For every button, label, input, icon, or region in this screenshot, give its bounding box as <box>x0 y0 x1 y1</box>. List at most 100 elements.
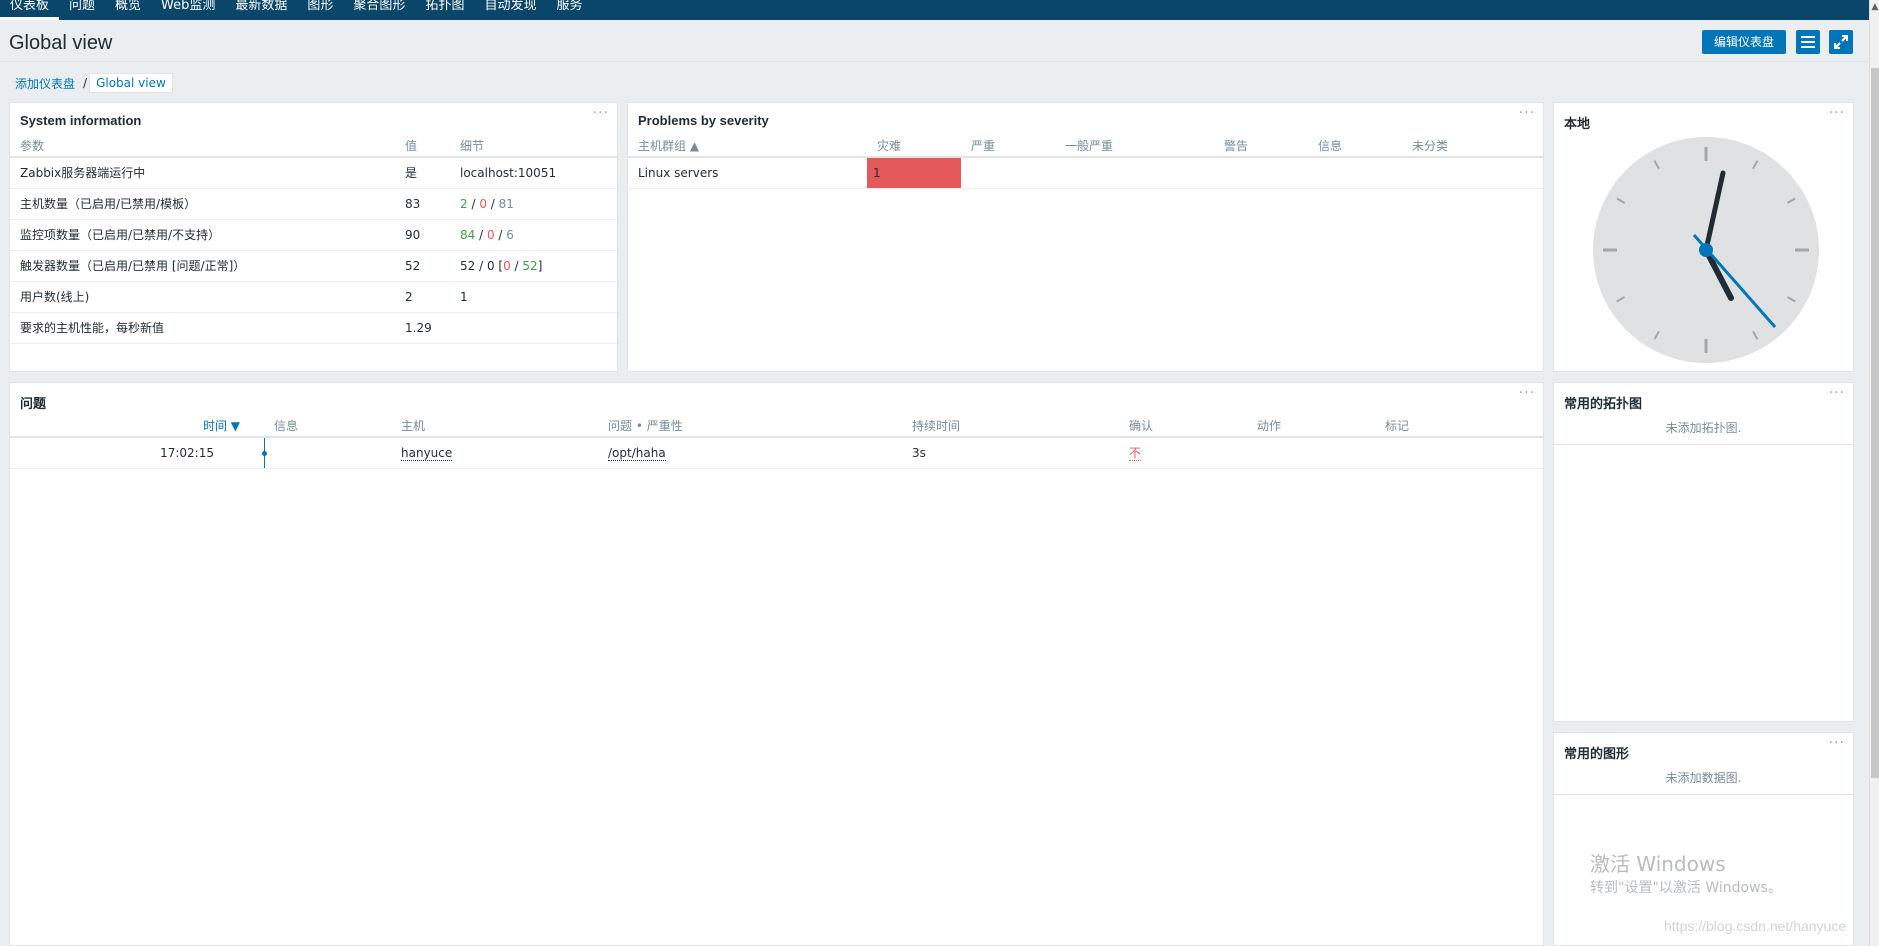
nav-maps[interactable]: 拓扑图 <box>415 0 474 20</box>
column-header: 参数 <box>10 135 395 158</box>
detail-cell: 2 / 0 / 81 <box>450 188 617 220</box>
breadcrumb-current[interactable]: Global view <box>89 73 173 93</box>
detail-cell: 1 <box>450 281 617 313</box>
ack-cell: 不 <box>1119 437 1247 469</box>
widget-title: Problems by severity <box>638 113 769 128</box>
column-header-disaster: 灾难 <box>867 135 961 158</box>
information-count-cell <box>1308 157 1402 189</box>
widget-menu-icon[interactable]: ··· <box>1519 105 1535 121</box>
favorite-maps-widget: 常用的拓扑图 ··· 未添加拓扑图. <box>1553 382 1854 722</box>
favorite-graphs-widget: 常用的图形 ··· 未添加数据图. <box>1553 732 1854 946</box>
time-link[interactable]: 17:02:15 <box>10 437 240 469</box>
problems-by-severity-widget: Problems by severity ··· 主机群组 ▲ 灾难 严重 一般… <box>627 102 1544 372</box>
param-cell: 要求的主机性能，每秒新值 <box>10 312 395 344</box>
page-title: Global view <box>9 32 113 54</box>
average-count-cell <box>1055 157 1214 189</box>
column-header-average: 一般严重 <box>1055 135 1214 158</box>
page-scrollbar[interactable]: ▲ <box>1869 0 1879 946</box>
top-navigation: 仪表板 问题 概览 Web监测 最新数据 图形 聚合图形 拓扑图 自动发现 服务 <box>0 0 1869 20</box>
timeline <box>240 437 267 469</box>
host-group-link[interactable]: Linux servers <box>628 157 867 189</box>
value-cell: 90 <box>395 219 450 251</box>
nav-graphs[interactable]: 图形 <box>297 0 343 20</box>
nav-latest-data[interactable]: 最新数据 <box>225 0 297 20</box>
param-cell: Zabbix服务器端运行中 <box>10 157 395 189</box>
ok-count: 52 <box>522 258 538 273</box>
warning-count-cell <box>1214 157 1308 189</box>
detail-cell: 84 / 0 / 6 <box>450 219 617 251</box>
high-count-cell <box>961 157 1055 189</box>
value-cell: 是 <box>395 157 450 189</box>
duration-cell: 3s <box>902 437 1119 469</box>
fullscreen-icon[interactable] <box>1829 30 1853 54</box>
analog-clock <box>1593 137 1819 363</box>
column-header-not-classified: 未分类 <box>1402 135 1543 158</box>
column-header-host[interactable]: 主机 <box>391 415 598 438</box>
column-header-duration: 持续时间 <box>902 415 1119 438</box>
timeline-header <box>240 415 264 438</box>
problem-cell: /opt/haha <box>598 437 902 469</box>
param-cell: 触发器数量（已启用/已禁用 [问题/正常]） <box>10 250 395 282</box>
value-cell: 83 <box>395 188 450 220</box>
enabled-count: 84 <box>460 227 476 242</box>
table-row: 要求的主机性能，每秒新值 1.29 <box>10 312 617 344</box>
unsupported-count: 6 <box>506 227 514 242</box>
column-header: 细节 <box>450 135 617 158</box>
hamburger-menu-icon[interactable] <box>1796 30 1820 54</box>
problem-count: 0 <box>503 258 511 273</box>
table-row: 主机数量（已启用/已禁用/模板） 83 2 / 0 / 81 <box>10 188 617 220</box>
widget-title: 常用的图形 <box>1564 746 1630 761</box>
param-cell: 监控项数量（已启用/已禁用/不支持） <box>10 219 395 251</box>
nav-problems[interactable]: 问题 <box>59 0 105 20</box>
scrollbar-thumb[interactable] <box>1871 68 1879 778</box>
column-header-host-group[interactable]: 主机群组 ▲ <box>628 135 867 158</box>
table-row: 监控项数量（已启用/已禁用/不支持） 90 84 / 0 / 6 <box>10 219 617 251</box>
table-row: Linux servers 1 <box>628 157 1543 189</box>
detail-cell: 52 / 0 [0 / 52] <box>450 250 617 282</box>
column-header-problem[interactable]: 问题 • 严重性 <box>598 415 902 438</box>
nav-services[interactable]: 服务 <box>546 0 592 20</box>
detail-cell: localhost:10051 <box>450 157 617 189</box>
problem-link[interactable]: /opt/haha <box>608 445 666 461</box>
table-row: 用户数(线上) 2 1 <box>10 281 617 313</box>
column-header-high: 严重 <box>961 135 1055 158</box>
widget-menu-icon[interactable]: ··· <box>1519 385 1535 401</box>
column-header-time[interactable]: 时间 ▼ <box>10 415 240 438</box>
disabled-count: 0 <box>486 258 495 273</box>
scroll-up-icon[interactable]: ▲ <box>1870 2 1879 12</box>
column-header-warning: 警告 <box>1214 135 1308 158</box>
widget-title: 问题 <box>20 396 47 411</box>
widget-title: 本地 <box>1564 116 1591 131</box>
disabled-count: 0 <box>486 227 495 242</box>
nav-web[interactable]: Web监测 <box>151 0 225 20</box>
widget-menu-icon[interactable]: ··· <box>1829 105 1845 121</box>
param-cell: 用户数(线上) <box>10 281 395 313</box>
actions-cell <box>1247 437 1375 469</box>
widget-menu-icon[interactable]: ··· <box>1829 735 1845 751</box>
windows-activation-hint: 转到"设置"以激活 Windows。 <box>1590 880 1782 896</box>
host-link[interactable]: hanyuce <box>401 445 453 461</box>
clock-center-pin <box>1699 243 1713 257</box>
host-cell: hanyuce <box>391 437 598 469</box>
value-cell: 2 <box>395 281 450 313</box>
column-header-actions: 动作 <box>1247 415 1375 438</box>
empty-message: 未添加拓扑图. <box>1554 415 1853 445</box>
timeline-dot <box>261 451 267 456</box>
widget-menu-icon[interactable]: ··· <box>1829 385 1845 401</box>
disaster-count-cell[interactable]: 1 <box>867 157 961 189</box>
problems-widget: 问题 ··· 时间 ▼ 信息 主机 问题 • 严重性 持续时间 确认 动作 标记… <box>9 382 1544 946</box>
nav-dashboard[interactable]: 仪表板 <box>0 0 60 20</box>
nav-overview[interactable]: 概览 <box>105 0 151 20</box>
table-row: Zabbix服务器端运行中 是 localhost:10051 <box>10 157 617 189</box>
nav-screens[interactable]: 聚合图形 <box>343 0 415 20</box>
breadcrumb-dashboards-link[interactable]: 添加仪表盘 <box>9 75 81 92</box>
table-row: 17:02:15 hanyuce /opt/haha 3s 不 <box>10 437 1543 469</box>
widget-menu-icon[interactable]: ··· <box>593 105 609 121</box>
column-header-info: 信息 <box>264 415 391 438</box>
disabled-count: 0 <box>479 196 487 211</box>
template-count: 81 <box>498 196 514 211</box>
nav-discovery[interactable]: 自动发现 <box>474 0 546 20</box>
problems-table: 时间 ▼ 信息 主机 问题 • 严重性 持续时间 确认 动作 标记 17:02:… <box>10 415 1543 469</box>
ack-link[interactable]: 不 <box>1129 446 1142 462</box>
edit-dashboard-button[interactable]: 编辑仪表盘 <box>1702 30 1786 54</box>
